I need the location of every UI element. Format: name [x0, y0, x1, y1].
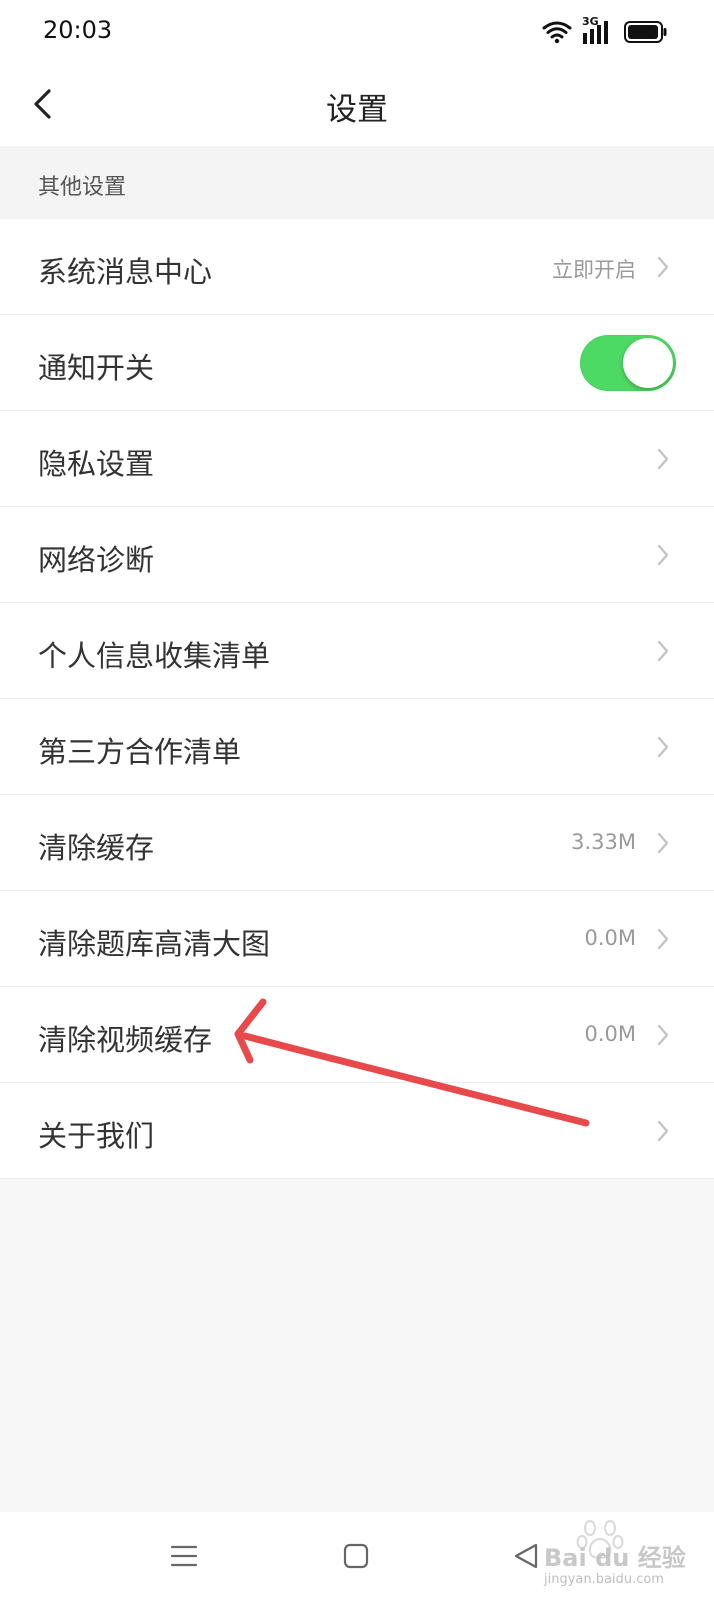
- setting-row-third-party-list[interactable]: 第三方合作清单: [0, 699, 714, 795]
- status-icons: 3G: [542, 15, 668, 46]
- setting-value: 0.0M: [584, 1022, 636, 1046]
- setting-label: 第三方合作清单: [38, 735, 242, 769]
- menu-icon: [170, 1545, 198, 1567]
- section-header: 其他设置: [0, 146, 714, 219]
- menu-button[interactable]: [160, 1532, 208, 1580]
- chevron-right-icon: [657, 640, 669, 662]
- wifi-icon: [542, 21, 572, 44]
- chevron-right-icon: [657, 1120, 669, 1142]
- setting-label: 隐私设置: [38, 447, 155, 481]
- setting-label: 通知开关: [38, 351, 155, 385]
- chevron-right-icon: [657, 1024, 669, 1046]
- setting-value: 立即开启: [552, 258, 636, 282]
- setting-label: 系统消息中心: [38, 255, 213, 289]
- home-icon: [343, 1543, 369, 1569]
- chevron-right-icon: [657, 736, 669, 758]
- settings-list: 系统消息中心 立即开启 通知开关 隐私设置 网络诊断 个人信息收集清单 第三方合…: [0, 219, 714, 1179]
- status-bar: 20:03 3G: [0, 0, 714, 64]
- battery-icon: [624, 21, 667, 43]
- signal-icon: 3G: [582, 15, 614, 45]
- chevron-right-icon: [657, 544, 669, 566]
- setting-label: 个人信息收集清单: [38, 639, 271, 673]
- setting-label: 关于我们: [38, 1119, 155, 1153]
- setting-row-privacy[interactable]: 隐私设置: [0, 411, 714, 507]
- watermark-subtext: jingyan.baidu.com: [544, 1572, 664, 1587]
- setting-value: 3.33M: [571, 830, 636, 854]
- section-title: 其他设置: [38, 175, 127, 200]
- setting-label: 清除题库高清大图: [38, 927, 271, 961]
- setting-row-clear-video-cache[interactable]: 清除视频缓存 0.0M: [0, 987, 714, 1083]
- chevron-right-icon: [657, 448, 669, 470]
- baidu-jingyan-watermark: Bai du 经验 jingyan.baidu.com: [536, 1518, 706, 1598]
- setting-row-system-message[interactable]: 系统消息中心 立即开启: [0, 219, 714, 315]
- setting-label: 清除缓存: [38, 831, 155, 865]
- watermark-text: Bai du 经验: [544, 1544, 686, 1572]
- status-time: 20:03: [43, 16, 113, 44]
- setting-row-about-us[interactable]: 关于我们: [0, 1083, 714, 1179]
- home-button[interactable]: [332, 1532, 380, 1580]
- notification-toggle[interactable]: [580, 335, 676, 391]
- chevron-right-icon: [657, 256, 669, 278]
- setting-row-network-diagnosis[interactable]: 网络诊断: [0, 507, 714, 603]
- page-title: 设置: [326, 92, 388, 128]
- header: 设置: [0, 64, 714, 146]
- setting-label: 网络诊断: [38, 543, 155, 577]
- chevron-right-icon: [657, 832, 669, 854]
- setting-row-clear-cache[interactable]: 清除缓存 3.33M: [0, 795, 714, 891]
- setting-row-personal-info-list[interactable]: 个人信息收集清单: [0, 603, 714, 699]
- chevron-right-icon: [657, 928, 669, 950]
- toggle-knob: [623, 338, 673, 388]
- setting-row-notification-switch: 通知开关: [0, 315, 714, 411]
- setting-value: 0.0M: [584, 926, 636, 950]
- setting-row-clear-hd-images[interactable]: 清除题库高清大图 0.0M: [0, 891, 714, 987]
- setting-label: 清除视频缓存: [38, 1023, 213, 1057]
